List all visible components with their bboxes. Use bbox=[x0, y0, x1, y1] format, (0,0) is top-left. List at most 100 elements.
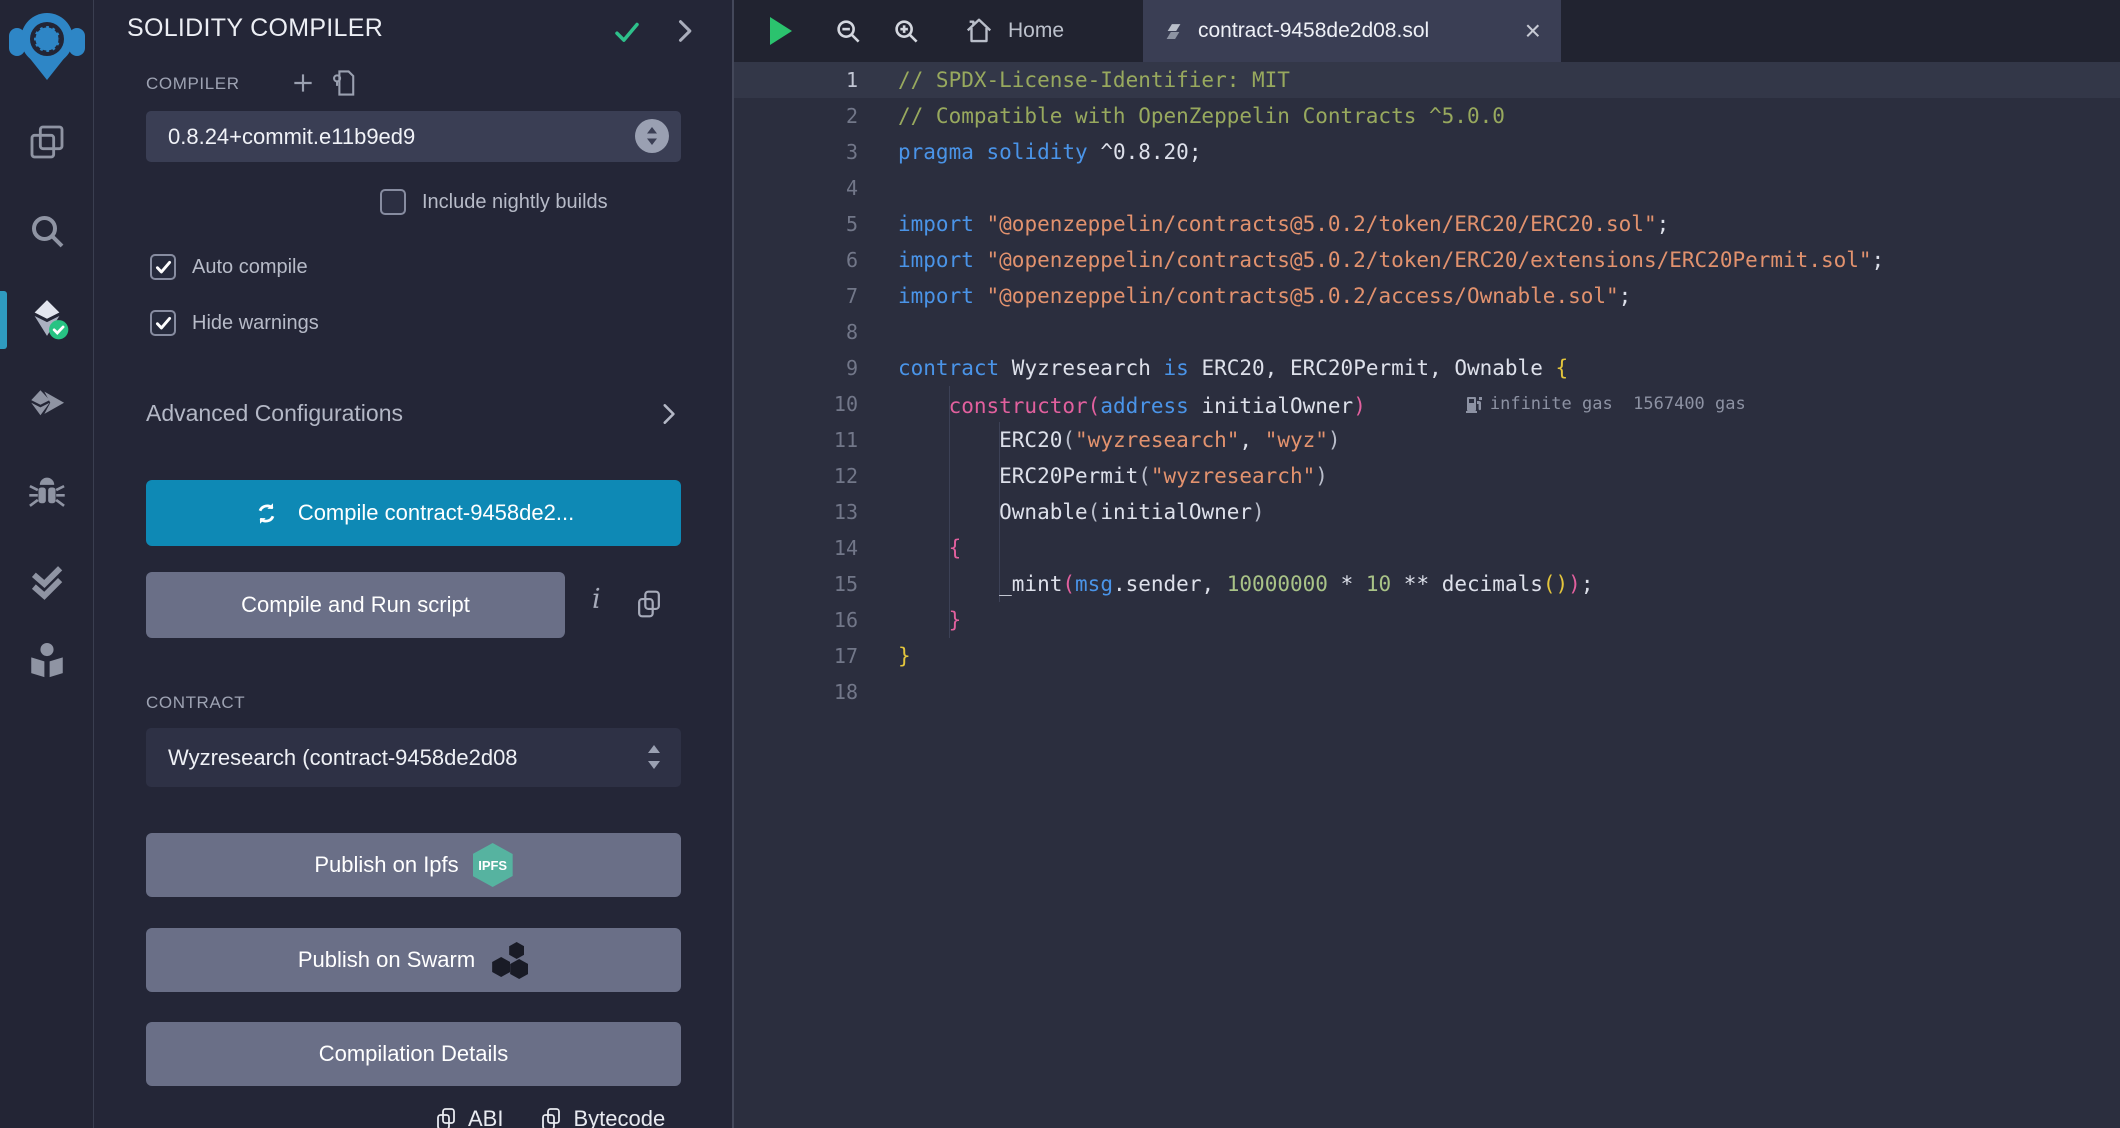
code-line: 3 pragma solidity ^0.8.20; bbox=[734, 134, 2120, 170]
include-nightly-row: Include nightly builds bbox=[380, 189, 608, 215]
code-text: } bbox=[948, 608, 962, 632]
hide-warnings-checkbox[interactable] bbox=[150, 310, 176, 336]
tab-active-label: contract-9458de2d08.sol bbox=[1198, 19, 1430, 42]
code-line: 13 Ownable(initialOwner) bbox=[734, 494, 2120, 530]
code-text: ERC20("wyzresearch", "wyz") bbox=[898, 428, 1341, 452]
open-compiler-file-icon[interactable] bbox=[330, 68, 358, 98]
compiler-version-value: 0.8.24+commit.e11b9ed9 bbox=[168, 123, 416, 149]
remix-logo[interactable] bbox=[8, 6, 86, 86]
file-explorer-icon[interactable] bbox=[25, 120, 69, 164]
close-tab-icon[interactable]: × bbox=[1525, 17, 1541, 45]
code-line: 10 constructor(address initialOwner) infi… bbox=[734, 386, 2120, 422]
code-text: pragma solidity ^0.8.20; bbox=[898, 140, 1202, 164]
compile-button[interactable]: Compile contract-9458de2... bbox=[146, 480, 681, 546]
compile-and-run-button[interactable]: Compile and Run script bbox=[146, 572, 565, 638]
contract-select-value: Wyzresearch (contract-9458de2d08 bbox=[168, 744, 518, 770]
deploy-run-icon[interactable] bbox=[25, 384, 69, 428]
compilation-details-button[interactable]: Compilation Details bbox=[146, 1022, 681, 1086]
line-number: 7 bbox=[845, 284, 858, 308]
tab-home-label: Home bbox=[1008, 19, 1065, 42]
code-line: 11 ERC20("wyzresearch", "wyz") bbox=[734, 422, 2120, 458]
code-text: import "@openzeppelin/contracts@5.0.2/ac… bbox=[898, 284, 1632, 308]
advanced-configurations-toggle[interactable]: Advanced Configurations bbox=[146, 400, 681, 427]
auto-compile-label: Auto compile bbox=[192, 255, 308, 278]
chevron-right-icon bbox=[663, 403, 675, 424]
publish-ipfs-label: Publish on Ipfs bbox=[314, 852, 459, 877]
tab-bar: Home contract-9458de2d08.sol × bbox=[734, 0, 2120, 62]
add-compiler-icon[interactable] bbox=[290, 70, 316, 96]
publish-ipfs-button[interactable]: Publish on Ipfs IPFS bbox=[146, 833, 681, 897]
line-number: 14 bbox=[833, 536, 858, 560]
solidity-compiler-icon[interactable] bbox=[25, 296, 69, 340]
code-text: // SPDX-License-Identifier: MIT bbox=[898, 68, 1290, 92]
abi-bytecode-row: ABI Bytecode bbox=[434, 1106, 665, 1128]
copy-icon[interactable] bbox=[539, 1106, 563, 1128]
select-arrows-icon bbox=[645, 742, 663, 772]
code-line: 4 bbox=[734, 170, 2120, 206]
line-number: 10 bbox=[833, 392, 858, 416]
editor-area: Home contract-9458de2d08.sol × 1 // SPDX-… bbox=[734, 0, 2120, 1128]
code-line: 6 import "@openzeppelin/contracts@5.0.2/t… bbox=[734, 242, 2120, 278]
advanced-configurations-label: Advanced Configurations bbox=[146, 400, 403, 426]
run-script-play-button[interactable] bbox=[770, 17, 792, 45]
code-line: 18 bbox=[734, 674, 2120, 710]
refresh-icon bbox=[258, 502, 275, 524]
code-line: 17} bbox=[734, 638, 2120, 674]
zoom-in-icon[interactable] bbox=[891, 16, 921, 46]
compilation-details-label: Compilation Details bbox=[318, 1041, 509, 1066]
line-number: 18 bbox=[833, 680, 858, 704]
publish-swarm-button[interactable]: Publish on Swarm bbox=[146, 928, 681, 992]
tab-home[interactable]: Home bbox=[944, 0, 1084, 62]
panel-collapse-chevron-icon[interactable] bbox=[670, 17, 698, 45]
home-icon bbox=[966, 18, 992, 43]
code-text: _mint(msg.sender, 10000000 * 10 ** decim… bbox=[898, 572, 1594, 596]
code-text: { bbox=[948, 536, 962, 560]
code-editor[interactable]: 1 // SPDX-License-Identifier: MIT 2 // Comp… bbox=[734, 62, 2120, 1128]
line-number: 11 bbox=[833, 428, 858, 452]
line-number: 6 bbox=[845, 248, 858, 272]
code-text: // Compatible with OpenZeppelin Contract… bbox=[898, 104, 1505, 128]
compile-success-check-icon bbox=[612, 17, 642, 47]
publish-swarm-label: Publish on Swarm bbox=[297, 947, 476, 972]
code-line: 1 // SPDX-License-Identifier: MIT bbox=[734, 62, 2120, 98]
code-line: 2 // Compatible with OpenZeppelin Contrac… bbox=[734, 98, 2120, 134]
compiler-version-select[interactable]: 0.8.24+commit.e11b9ed9 bbox=[146, 111, 681, 162]
line-number: 16 bbox=[833, 608, 858, 632]
search-icon[interactable] bbox=[25, 209, 69, 253]
include-nightly-label: Include nightly builds bbox=[422, 190, 608, 213]
bytecode-button[interactable]: Bytecode bbox=[573, 1106, 665, 1128]
code-text: contract Wyzresearch is ERC20, ERC20Perm… bbox=[898, 356, 1569, 380]
tab-active-contract[interactable]: contract-9458de2d08.sol × bbox=[1143, 0, 1561, 62]
gas-pump-icon bbox=[1465, 397, 1482, 413]
copy-icon[interactable] bbox=[434, 1106, 458, 1128]
code-text: Ownable(initialOwner) bbox=[898, 500, 1265, 524]
code-line: 8 bbox=[734, 314, 2120, 350]
line-number: 2 bbox=[845, 104, 858, 128]
code-line: 5 import "@openzeppelin/contracts@5.0.2/t… bbox=[734, 206, 2120, 242]
code-line: 12 ERC20Permit("wyzresearch") bbox=[734, 458, 2120, 494]
auto-compile-checkbox[interactable] bbox=[150, 254, 176, 280]
hide-warnings-row: Hide warnings bbox=[150, 310, 319, 336]
include-nightly-checkbox[interactable] bbox=[380, 189, 406, 215]
auto-compile-row: Auto compile bbox=[150, 254, 308, 280]
debugger-icon[interactable] bbox=[25, 472, 69, 516]
active-plugin-indicator bbox=[0, 291, 7, 349]
line-number: 9 bbox=[845, 356, 858, 380]
zoom-out-icon[interactable] bbox=[833, 16, 863, 46]
line-number: 8 bbox=[845, 320, 858, 344]
code-text: constructor(address initialOwner) infinit… bbox=[858, 386, 1746, 422]
panel-title: SOLIDITY COMPILER bbox=[127, 14, 384, 42]
code-text: ERC20Permit("wyzresearch") bbox=[898, 464, 1328, 488]
contract-select[interactable]: Wyzresearch (contract-9458de2d08 bbox=[146, 728, 681, 787]
hide-warnings-label: Hide warnings bbox=[192, 311, 319, 334]
abi-button[interactable]: ABI bbox=[468, 1106, 503, 1128]
learn-icon[interactable] bbox=[25, 638, 69, 682]
compile-and-run-label: Compile and Run script bbox=[241, 592, 470, 617]
static-analysis-icon[interactable] bbox=[25, 562, 69, 606]
info-icon[interactable]: i bbox=[592, 584, 601, 615]
copy-icon[interactable] bbox=[634, 588, 664, 620]
code-text: } bbox=[898, 644, 911, 668]
